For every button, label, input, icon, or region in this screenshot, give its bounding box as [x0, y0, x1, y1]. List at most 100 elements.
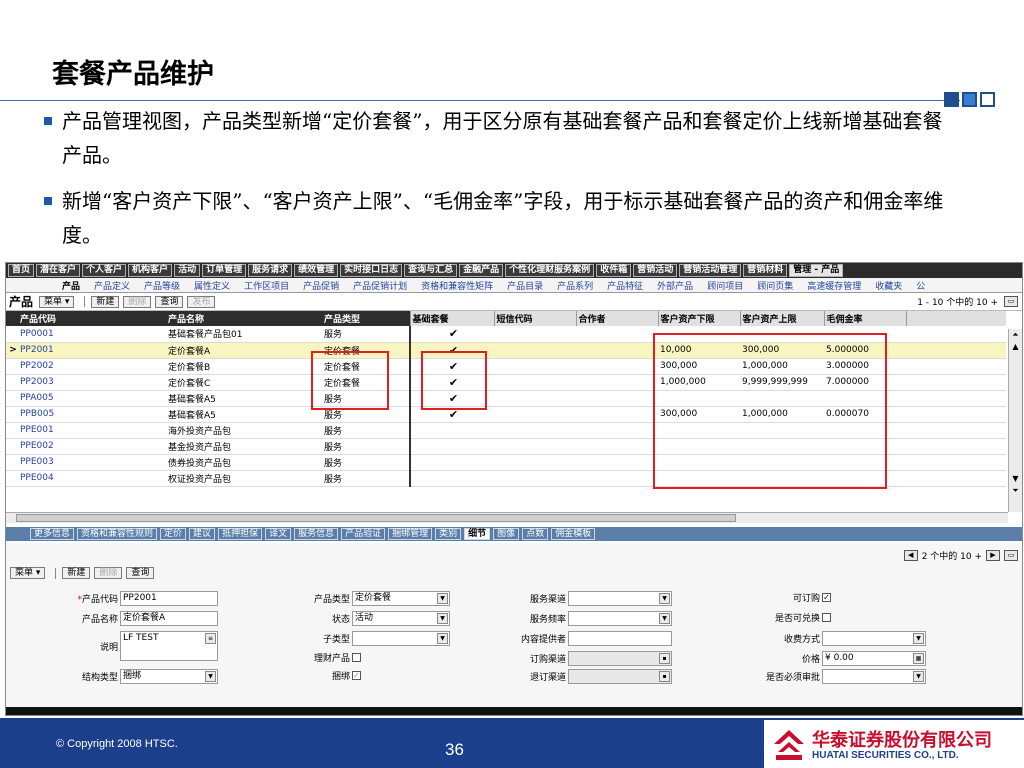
product-code-input[interactable]: PP2001 — [120, 591, 218, 606]
product-name-input[interactable]: 定价套餐A — [120, 611, 218, 626]
chevron-down-icon[interactable]: ▼ — [913, 671, 924, 682]
top-tab[interactable]: 营销材料 — [743, 264, 788, 277]
top-tab[interactable]: 首页 — [8, 264, 35, 277]
next-page-icon[interactable]: ▶ — [986, 550, 1000, 561]
top-tab[interactable]: 潜在客户 — [36, 264, 81, 277]
redeemable-checkbox[interactable] — [822, 613, 831, 622]
column-header[interactable]: 基础套餐 — [409, 311, 494, 326]
top-tab[interactable]: 营销活动 — [633, 264, 678, 277]
table-row[interactable]: PP2003 定价套餐C 定价套餐 ✔ 1,000,000 9,999,999,999 7.… — [6, 374, 1006, 391]
detail-menu-icon[interactable]: ▭ — [1004, 550, 1018, 561]
detail-tab[interactable]: 抵押担保 — [218, 528, 263, 540]
table-row[interactable]: PPE001 海外投资产品包 服务 — [6, 422, 1006, 439]
detail-tab[interactable]: 译文 — [265, 528, 292, 540]
column-header[interactable]: 产品代码 — [18, 311, 166, 326]
sub-tab[interactable]: 产品促销计划 — [353, 279, 407, 292]
sub-tab[interactable]: 产品 — [62, 279, 80, 292]
column-header[interactable]: 合作者 — [575, 311, 658, 326]
sub-tab[interactable]: 公 — [916, 279, 925, 292]
sub-tab[interactable]: 顾问项目 — [707, 279, 743, 292]
cell-code[interactable]: PP2002 — [18, 358, 166, 375]
sub-tab[interactable]: 收藏夹 — [875, 279, 902, 292]
table-row[interactable]: PPE004 权证投资产品包 服务 — [6, 470, 1006, 487]
scroll-thumb[interactable] — [16, 514, 736, 522]
chevron-down-icon[interactable]: ▼ — [659, 593, 670, 604]
detail-tab[interactable]: 产品验证 — [341, 528, 386, 540]
new-button[interactable]: 新建 — [91, 295, 120, 308]
bottom-scrollbar[interactable] — [6, 707, 1022, 715]
unsubscribe-channel-input[interactable]: ▪ — [568, 669, 672, 684]
subtype-select[interactable]: ▼ — [352, 631, 450, 646]
sub-tab[interactable]: 资格和兼容性矩阵 — [421, 279, 493, 292]
table-row[interactable]: PPB005 基础套餐A5 服务 ✔ 300,000 1,000,000 0.000070 — [6, 406, 1006, 423]
sub-tab[interactable]: 产品定义 — [94, 279, 130, 292]
order-channel-input[interactable]: ▪ — [568, 651, 672, 666]
column-header[interactable]: 毛佣金率 — [823, 311, 906, 326]
delete-button[interactable]: 删除 — [123, 295, 152, 308]
chevron-down-icon[interactable]: ▼ — [913, 633, 924, 644]
sub-tab[interactable]: 属性定义 — [194, 279, 230, 292]
approval-required-select[interactable]: ▼ — [822, 669, 926, 684]
picker-icon[interactable]: ▪ — [659, 653, 670, 664]
chevron-down-icon[interactable]: ▼ — [437, 613, 448, 624]
top-tab[interactable]: 个人客户 — [82, 264, 127, 277]
scroll-down-icon[interactable]: ▼ — [1009, 473, 1022, 485]
top-tab[interactable]: 收件箱 — [596, 264, 632, 277]
publish-button[interactable]: 发布 — [187, 295, 216, 308]
cell-code[interactable]: PPA005 — [18, 390, 166, 407]
detail-tab[interactable]: 图像 — [493, 528, 520, 540]
column-header[interactable]: 客户资产上限 — [739, 311, 824, 326]
top-tab[interactable]: 绩效管理 — [294, 264, 339, 277]
cell-code[interactable]: PP2001 — [18, 342, 166, 359]
sub-tab[interactable]: 外部产品 — [657, 279, 693, 292]
structure-type-select[interactable]: 捆绑 ▼ — [120, 669, 218, 684]
sub-tab[interactable]: 产品特征 — [607, 279, 643, 292]
column-header[interactable]: 产品名称 — [166, 311, 322, 326]
cell-code[interactable]: PPE004 — [18, 470, 166, 487]
detail-query-button[interactable]: 查询 — [126, 567, 155, 579]
chevron-down-icon[interactable]: ▼ — [205, 671, 216, 682]
expand-icon[interactable]: ≡ — [205, 633, 216, 644]
sub-tab[interactable]: 产品系列 — [557, 279, 593, 292]
prev-page-icon[interactable]: ◀ — [903, 550, 918, 561]
detail-tab[interactable]: 服务信息 — [294, 528, 339, 540]
sub-tab[interactable]: 产品目录 — [507, 279, 543, 292]
cell-code[interactable]: PPE001 — [18, 422, 166, 439]
scroll-top-icon[interactable]: ⏶ — [1009, 329, 1022, 341]
bundle-checkbox[interactable]: ✓ — [352, 671, 361, 680]
price-input[interactable]: ¥ 0.00 ▦ — [822, 651, 926, 666]
sub-tab[interactable]: 高速缓存管理 — [807, 279, 861, 292]
top-tab[interactable]: 活动 — [174, 264, 201, 277]
orderable-checkbox[interactable]: ✓ — [822, 593, 831, 602]
column-header[interactable]: 产品类型 — [322, 311, 410, 326]
column-header[interactable]: 客户资产下限 — [657, 311, 740, 326]
cell-code[interactable]: PP0001 — [18, 326, 166, 343]
top-tab[interactable]: 个性化理财服务案例 — [505, 264, 595, 277]
vertical-scrollbar[interactable]: ⏶ ▲ ▼ ⏷ — [1008, 329, 1022, 512]
top-tab[interactable]: 金融产品 — [459, 264, 504, 277]
chevron-down-icon[interactable]: ▼ — [659, 613, 670, 624]
sub-tab[interactable]: 产品等级 — [144, 279, 180, 292]
picker-icon[interactable]: ▪ — [659, 671, 670, 682]
table-row[interactable]: PP0001 基础套餐产品包01 服务 ✔ — [6, 326, 1006, 343]
product-type-select[interactable]: 定价套餐 ▼ — [352, 591, 450, 606]
top-tab[interactable]: 订单管理 — [202, 264, 247, 277]
service-frequency-select[interactable]: ▼ — [568, 611, 672, 626]
cell-code[interactable]: PPE002 — [18, 438, 166, 455]
top-tab[interactable]: 服务请求 — [248, 264, 293, 277]
detail-tab[interactable]: 佣金模板 — [551, 528, 596, 540]
table-row[interactable]: PPE003 债券投资产品包 服务 — [6, 454, 1006, 471]
cell-code[interactable]: PP2003 — [18, 374, 166, 391]
service-channel-select[interactable]: ▼ — [568, 591, 672, 606]
scroll-up-icon[interactable]: ▲ — [1009, 341, 1022, 353]
table-row[interactable]: PPA005 基础套餐A5 服务 ✔ — [6, 390, 1006, 407]
menu-button[interactable]: 菜单 ▾ — [39, 295, 75, 308]
detail-tab[interactable]: 类别 — [435, 528, 462, 540]
detail-delete-button[interactable]: 删除 — [94, 567, 123, 579]
sub-tab[interactable]: 产品促销 — [303, 279, 339, 292]
description-input[interactable]: LF TEST ≡ — [120, 631, 218, 661]
query-button[interactable]: 查询 — [155, 295, 184, 308]
calculator-icon[interactable]: ▦ — [913, 653, 924, 664]
top-tab[interactable]: 实时接口日志 — [340, 264, 403, 277]
horizontal-scrollbar[interactable] — [6, 512, 1008, 523]
